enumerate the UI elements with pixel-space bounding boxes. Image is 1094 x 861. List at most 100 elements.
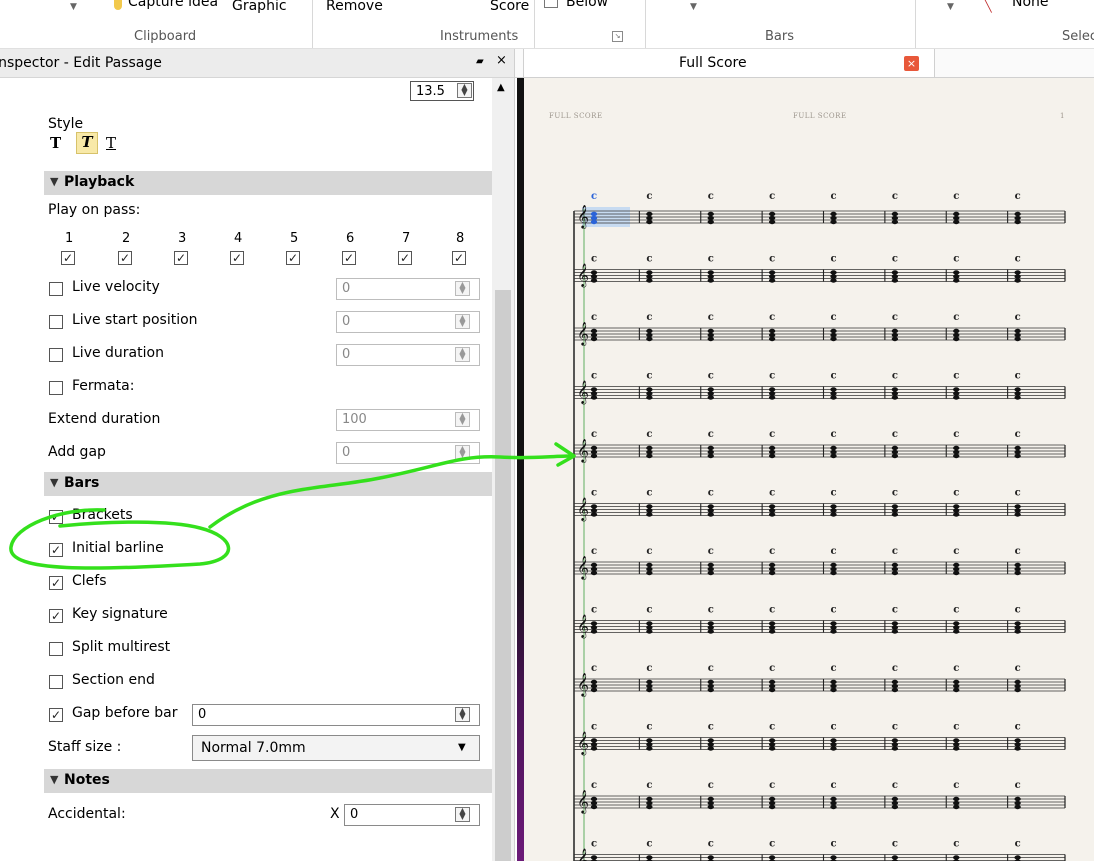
chord-note: [953, 625, 960, 630]
section-end-checkbox[interactable]: [49, 675, 63, 689]
chord-note: [891, 855, 899, 860]
live-duration-label: Live duration: [72, 345, 164, 361]
chord-symbol: c: [892, 722, 898, 733]
chord-symbol: c: [892, 371, 898, 382]
pass-4-checkbox[interactable]: ✓: [230, 251, 244, 265]
capture-idea-button[interactable]: Capture idea: [128, 0, 218, 10]
chord-note: [646, 742, 653, 747]
chord-symbol: c: [769, 371, 775, 382]
chord-note: [953, 796, 960, 802]
pass-5-checkbox[interactable]: ✓: [286, 251, 300, 265]
pass-3-checkbox[interactable]: ✓: [174, 251, 188, 265]
treble-clef-icon: 𝄞: [577, 614, 589, 639]
chord-note: [646, 453, 653, 459]
tab-full-score[interactable]: Full Score ×: [523, 49, 935, 77]
below-icon: [544, 0, 558, 8]
accidental-x-spinner[interactable]: ▲ ▼: [455, 807, 470, 822]
chord-note: [707, 796, 714, 802]
extend-duration-spinner[interactable]: ▲ ▼: [455, 412, 470, 427]
bold-button[interactable]: T: [50, 134, 61, 152]
chord-note: [590, 274, 598, 279]
inspector-scrollbar[interactable]: ▲: [492, 78, 514, 861]
bars-section-header[interactable]: ▼ Bars: [44, 472, 492, 496]
chord-note: [707, 274, 714, 279]
dropdown-caret-icon[interactable]: ▼: [70, 2, 77, 12]
split-multirest-checkbox[interactable]: [49, 642, 63, 656]
live-start-position-checkbox[interactable]: [49, 315, 63, 329]
score-canvas[interactable]: FULL SCORE FULL SCORE 1 𝄞 c c c c c c c c 𝄞 c c c c c c…: [517, 78, 1094, 861]
live-duration-spinner[interactable]: ▲ ▼: [455, 347, 470, 362]
chord-symbol: c: [591, 722, 597, 733]
chord-note: [830, 274, 837, 279]
playback-section-header[interactable]: ▼ Playback: [44, 171, 492, 195]
chord-note: [891, 278, 899, 283]
close-icon[interactable]: ×: [496, 53, 507, 68]
page-edge: [517, 78, 524, 861]
chord-note: [891, 683, 899, 689]
chord-symbol: c: [591, 546, 597, 557]
chord-note: [707, 336, 714, 342]
chord-note: [891, 621, 899, 626]
chord-note: [768, 687, 776, 693]
chord-symbol: c: [708, 605, 714, 616]
live-velocity-checkbox[interactable]: [49, 282, 63, 296]
chord-note: [707, 679, 714, 685]
dialog-launcher-icon[interactable]: ↘: [612, 31, 623, 42]
pass-2-checkbox[interactable]: ✓: [118, 251, 132, 265]
dropdown-caret-icon[interactable]: ▼: [947, 2, 954, 12]
chord-note: [953, 621, 960, 626]
below-button[interactable]: Below: [566, 0, 608, 10]
play-on-pass-label: Play on pass:: [48, 202, 141, 218]
italic-button[interactable]: T: [76, 132, 98, 154]
chord-note: [768, 800, 776, 806]
initial-barline-checkbox[interactable]: ✓: [49, 543, 63, 557]
add-gap-spinner[interactable]: ▲ ▼: [455, 445, 470, 460]
pass-1-checkbox[interactable]: ✓: [61, 251, 75, 265]
chord-note: [830, 215, 837, 221]
chord-symbol: c: [646, 722, 652, 733]
pass-6-checkbox[interactable]: ✓: [342, 251, 356, 265]
chord-note: [646, 738, 653, 743]
size-spinner[interactable]: ▲ ▼: [457, 83, 472, 98]
extend-duration-value: 100: [342, 412, 367, 427]
chord-symbol: c: [831, 371, 837, 382]
chord-note: [1014, 336, 1021, 342]
underline-button[interactable]: T: [106, 134, 116, 152]
live-duration-checkbox[interactable]: [49, 348, 63, 362]
gap-before-bar-spinner[interactable]: ▲ ▼: [455, 707, 470, 722]
gap-before-bar-input[interactable]: 0: [192, 704, 480, 726]
pass-8-checkbox[interactable]: ✓: [452, 251, 466, 265]
staff-size-select[interactable]: Normal 7.0mm ▼: [192, 735, 480, 761]
pass-7-checkbox[interactable]: ✓: [398, 251, 412, 265]
graphic-button[interactable]: Graphic: [232, 0, 287, 14]
chord-symbol: c: [591, 605, 597, 616]
live-start-position-spinner[interactable]: ▲ ▼: [455, 314, 470, 329]
chord-symbol: c: [953, 663, 959, 674]
size-value: 13.5: [416, 84, 445, 99]
chord-symbol: c: [708, 488, 714, 499]
none-button[interactable]: None: [1012, 0, 1049, 10]
pin-icon[interactable]: ▰: [476, 56, 484, 67]
close-tab-icon[interactable]: ×: [904, 56, 919, 71]
chord-symbol: c: [708, 191, 714, 202]
notes-section-header[interactable]: ▼ Notes: [44, 769, 492, 793]
dropdown-caret-icon[interactable]: ▼: [690, 2, 697, 12]
chord-note: [707, 512, 714, 517]
chord-note: [646, 804, 653, 810]
key-signature-checkbox[interactable]: ✓: [49, 609, 63, 623]
score-button[interactable]: Score: [490, 0, 529, 14]
chord-note: [830, 683, 837, 689]
remove-button[interactable]: Remove: [326, 0, 383, 14]
live-velocity-spinner[interactable]: ▲ ▼: [455, 281, 470, 296]
chord-note: [891, 562, 899, 568]
clefs-checkbox[interactable]: ✓: [49, 576, 63, 590]
scroll-up-icon[interactable]: ▲: [497, 82, 505, 93]
chord-note: [891, 391, 899, 396]
chord-note: [830, 746, 837, 751]
scrollbar-thumb[interactable]: [495, 290, 511, 861]
chord-symbol: c: [1015, 191, 1021, 202]
brackets-checkbox[interactable]: ✓: [49, 510, 63, 524]
fermata-checkbox[interactable]: [49, 381, 63, 395]
gap-before-bar-checkbox[interactable]: ✓: [49, 708, 63, 722]
score-staves[interactable]: 𝄞c c c c c c c c𝄞c c c c c c c c𝄞c c c c c c c c𝄞c c c c c c c c𝄞c c c…: [517, 78, 1094, 861]
